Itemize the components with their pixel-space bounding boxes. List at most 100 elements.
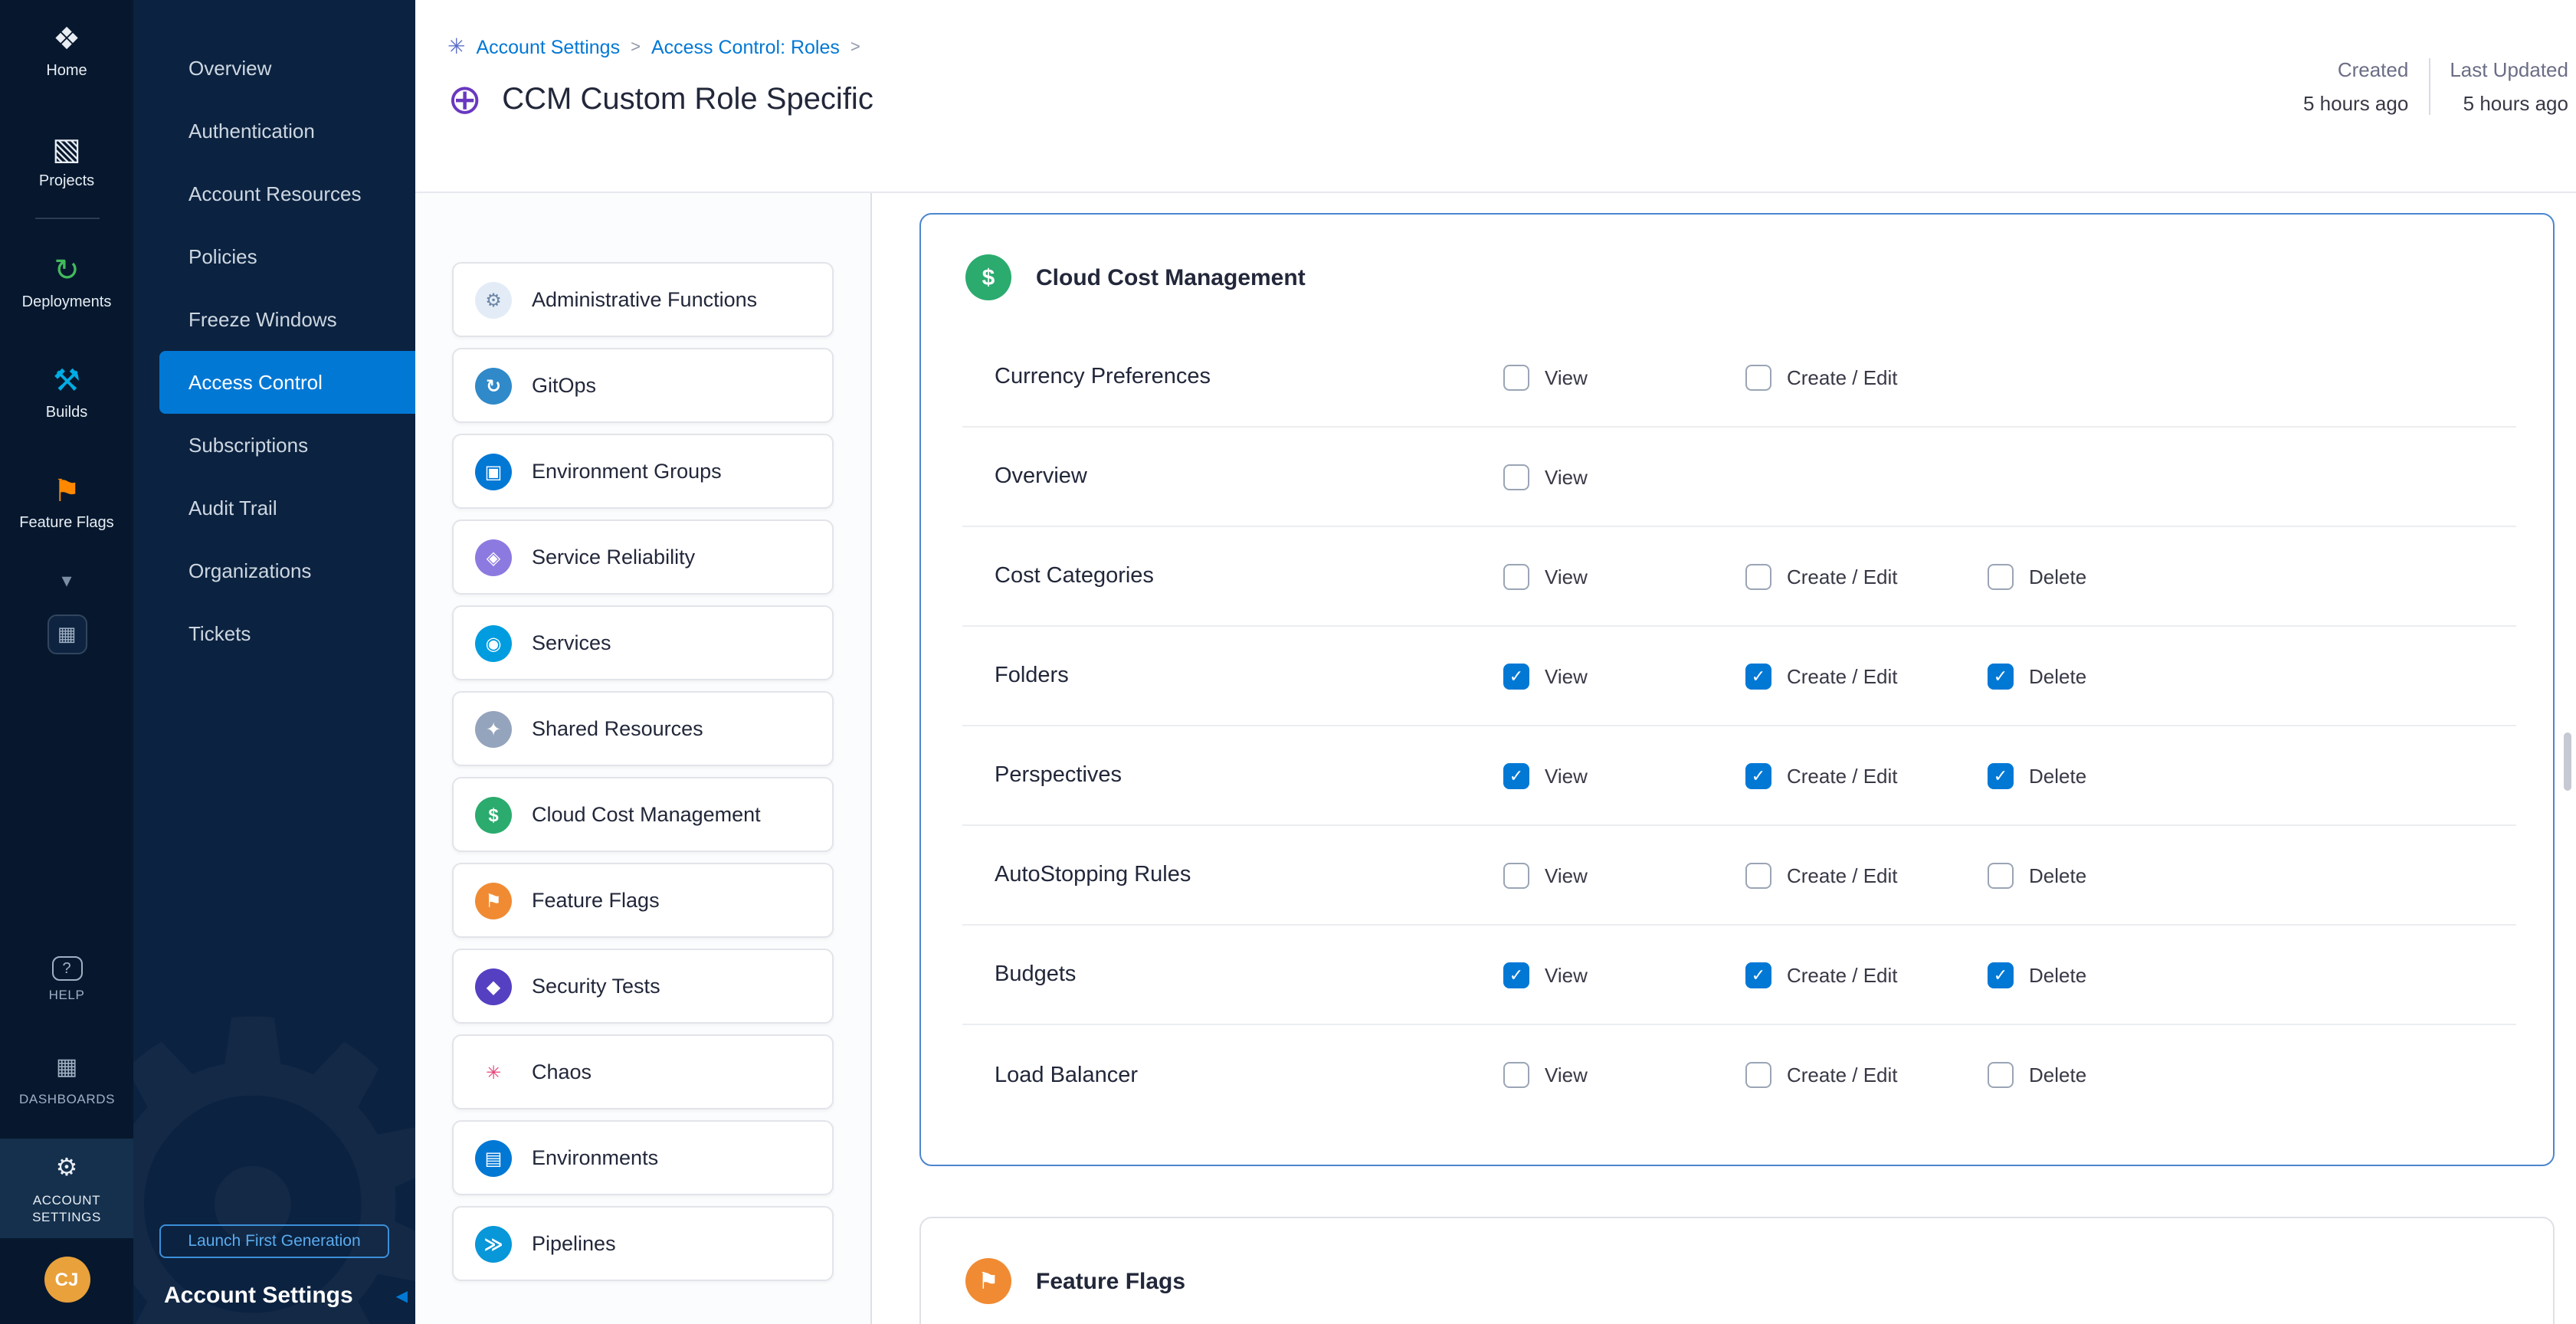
user-avatar[interactable]: CJ — [44, 1257, 90, 1303]
title-row: ⊕ CCM Custom Role Specific — [447, 78, 2576, 121]
module-item-services[interactable]: ◉ Services — [452, 605, 834, 680]
delete-checkbox[interactable] — [1988, 862, 2014, 888]
permission-cell: Delete — [1988, 1062, 2516, 1088]
settings-sidebar: OverviewAuthenticationAccount ResourcesP… — [133, 0, 415, 1324]
delete-checkbox[interactable] — [1988, 1062, 2014, 1088]
delete-checkbox[interactable] — [1988, 563, 2014, 589]
services-icon: ◉ — [475, 624, 512, 661]
module-selector-icon[interactable]: ▦ — [47, 614, 87, 654]
permission-row: Cost CategoriesViewCreate / EditDelete — [962, 527, 2516, 627]
rail-item-label: HELP — [49, 987, 85, 1004]
create-edit-checkbox[interactable]: ✓ — [1745, 962, 1771, 988]
rail-item-feature-flags[interactable]: ⚑ Feature Flags — [0, 461, 133, 544]
view-checkbox[interactable] — [1503, 364, 1529, 390]
rail-item-dashboards[interactable]: ▦ DASHBOARDS — [0, 1037, 133, 1120]
sidebar-item-authentication[interactable]: Authentication — [133, 100, 415, 162]
module-item-service-reliability[interactable]: ◈Service Reliability — [452, 519, 834, 595]
create-edit-checkbox[interactable] — [1745, 862, 1771, 888]
collapse-sidebar-icon[interactable]: ◀ — [396, 1289, 408, 1306]
rail-item-label: Feature Flags — [19, 515, 113, 532]
breadcrumb-account-settings[interactable]: Account Settings — [476, 36, 620, 57]
chevron-down-icon[interactable]: ▾ — [61, 559, 71, 602]
view-checkbox[interactable] — [1503, 862, 1529, 888]
rail-item-account-settings[interactable]: ⚙ ACCOUNT SETTINGS — [0, 1139, 133, 1238]
module-item-cloud-cost-management[interactable]: $Cloud Cost Management — [452, 777, 834, 852]
module-item-security-tests[interactable]: ◆Security Tests — [452, 949, 834, 1024]
permission-cell: Delete — [1988, 862, 2516, 888]
left-rail: ❖ Home ▧ Projects ↻ Deployments ⚒ Builds… — [0, 0, 133, 1324]
permission-row: Currency Preferences View Create / Edit — [962, 328, 2516, 428]
module-item-gitops[interactable]: ↻GitOps — [452, 348, 834, 423]
launch-first-generation-button[interactable]: Launch First Generation — [159, 1224, 389, 1258]
resource-name: Currency Preferences — [962, 365, 1503, 389]
view-checkbox[interactable]: ✓ — [1503, 663, 1529, 689]
module-item-environments[interactable]: ▤Environments — [452, 1120, 834, 1195]
create-edit-checkbox[interactable] — [1745, 1062, 1771, 1088]
ccm-card-header: $ Cloud Cost Management — [921, 215, 2553, 328]
module-item-feature-flags[interactable]: ⚑Feature Flags — [452, 863, 834, 938]
breadcrumb-access-control-roles[interactable]: Access Control: Roles — [651, 36, 840, 57]
sidebar-item-account-resources[interactable]: Account Resources — [133, 162, 415, 225]
resource-name: Perspectives — [962, 763, 1503, 788]
view-checkbox[interactable]: ✓ — [1503, 962, 1529, 988]
checkbox-label: Create / Edit — [1787, 963, 1898, 986]
chaos-icon: ✳ — [475, 1054, 512, 1090]
resource-name: Folders — [962, 664, 1503, 688]
sidebar-item-access-control[interactable]: Access Control — [159, 351, 415, 414]
module-item-label: Chaos — [532, 1060, 592, 1083]
permission-cell: Create / Edit — [1745, 364, 1988, 390]
module-item-label: Environments — [532, 1146, 658, 1169]
permission-row: OverviewView — [962, 428, 2516, 527]
permissions-area: $ Cloud Cost Management Currency Prefere… — [872, 193, 2576, 1324]
checkbox-label: Create / Edit — [1787, 764, 1898, 787]
delete-checkbox[interactable]: ✓ — [1988, 962, 2014, 988]
module-item-label: Services — [532, 631, 611, 654]
permission-row: Perspectives✓View✓Create / Edit✓Delete — [962, 726, 2516, 826]
create-edit-checkbox[interactable]: ✓ — [1745, 663, 1771, 689]
checkbox-label: Delete — [2029, 963, 2086, 986]
role-target-icon: ⊕ — [447, 78, 482, 121]
module-item-shared-resources[interactable]: ✦Shared Resources — [452, 691, 834, 766]
permission-cell: ✓ Create / Edit — [1745, 762, 1988, 788]
sidebar-item-freeze-windows[interactable]: Freeze Windows — [133, 288, 415, 351]
view-checkbox[interactable]: ✓ — [1503, 762, 1529, 788]
module-item-label: Administrative Functions — [532, 288, 757, 311]
sidebar-item-subscriptions[interactable]: Subscriptions — [133, 414, 415, 477]
sidebar-item-overview[interactable]: Overview — [133, 37, 415, 100]
create-edit-checkbox[interactable] — [1745, 563, 1771, 589]
sidebar-item-tickets[interactable]: Tickets — [133, 602, 415, 665]
rail-item-home[interactable]: ❖ Home — [0, 9, 133, 92]
module-item-pipelines[interactable]: ≫Pipelines — [452, 1206, 834, 1281]
checkbox-label: View — [1545, 864, 1588, 886]
checkbox-label: View — [1545, 764, 1588, 787]
view-checkbox[interactable] — [1503, 563, 1529, 589]
cloud-cost-management-icon: $ — [475, 796, 512, 833]
create-edit-checkbox[interactable]: ✓ — [1745, 762, 1771, 788]
page-title: CCM Custom Role Specific — [502, 82, 873, 117]
module-item-chaos[interactable]: ✳ Chaos — [452, 1034, 834, 1109]
checkbox-label: View — [1545, 565, 1588, 588]
rail-item-builds[interactable]: ⚒ Builds — [0, 351, 133, 434]
view-checkbox[interactable] — [1503, 464, 1529, 490]
checkbox-label: Delete — [2029, 565, 2086, 588]
pipelines-icon: ≫ — [475, 1225, 512, 1262]
dashboards-icon: ▦ — [56, 1051, 77, 1085]
create-edit-checkbox[interactable] — [1745, 364, 1771, 390]
rail-item-help[interactable]: ? HELP — [0, 942, 133, 1016]
breadcrumb-separator: > — [850, 38, 860, 56]
delete-checkbox[interactable]: ✓ — [1988, 663, 2014, 689]
rail-item-deployments[interactable]: ↻ Deployments — [0, 241, 133, 323]
sidebar-item-organizations[interactable]: Organizations — [133, 539, 415, 602]
sidebar-item-audit-trail[interactable]: Audit Trail — [133, 477, 415, 539]
sidebar-item-policies[interactable]: Policies — [133, 225, 415, 288]
module-item-environment-groups[interactable]: ▣Environment Groups — [452, 434, 834, 509]
rail-item-projects[interactable]: ▧ Projects — [0, 120, 133, 202]
rail-item-label: Projects — [39, 173, 94, 190]
delete-checkbox[interactable]: ✓ — [1988, 762, 2014, 788]
permission-cell: ✓Delete — [1988, 762, 2516, 788]
permission-row: Load BalancerViewCreate / EditDelete — [962, 1025, 2516, 1125]
view-checkbox[interactable] — [1503, 1062, 1529, 1088]
scrollbar-thumb[interactable] — [2564, 732, 2571, 791]
checkbox-label: View — [1545, 365, 1588, 388]
module-item-administrative-functions[interactable]: ⚙Administrative Functions — [452, 262, 834, 337]
